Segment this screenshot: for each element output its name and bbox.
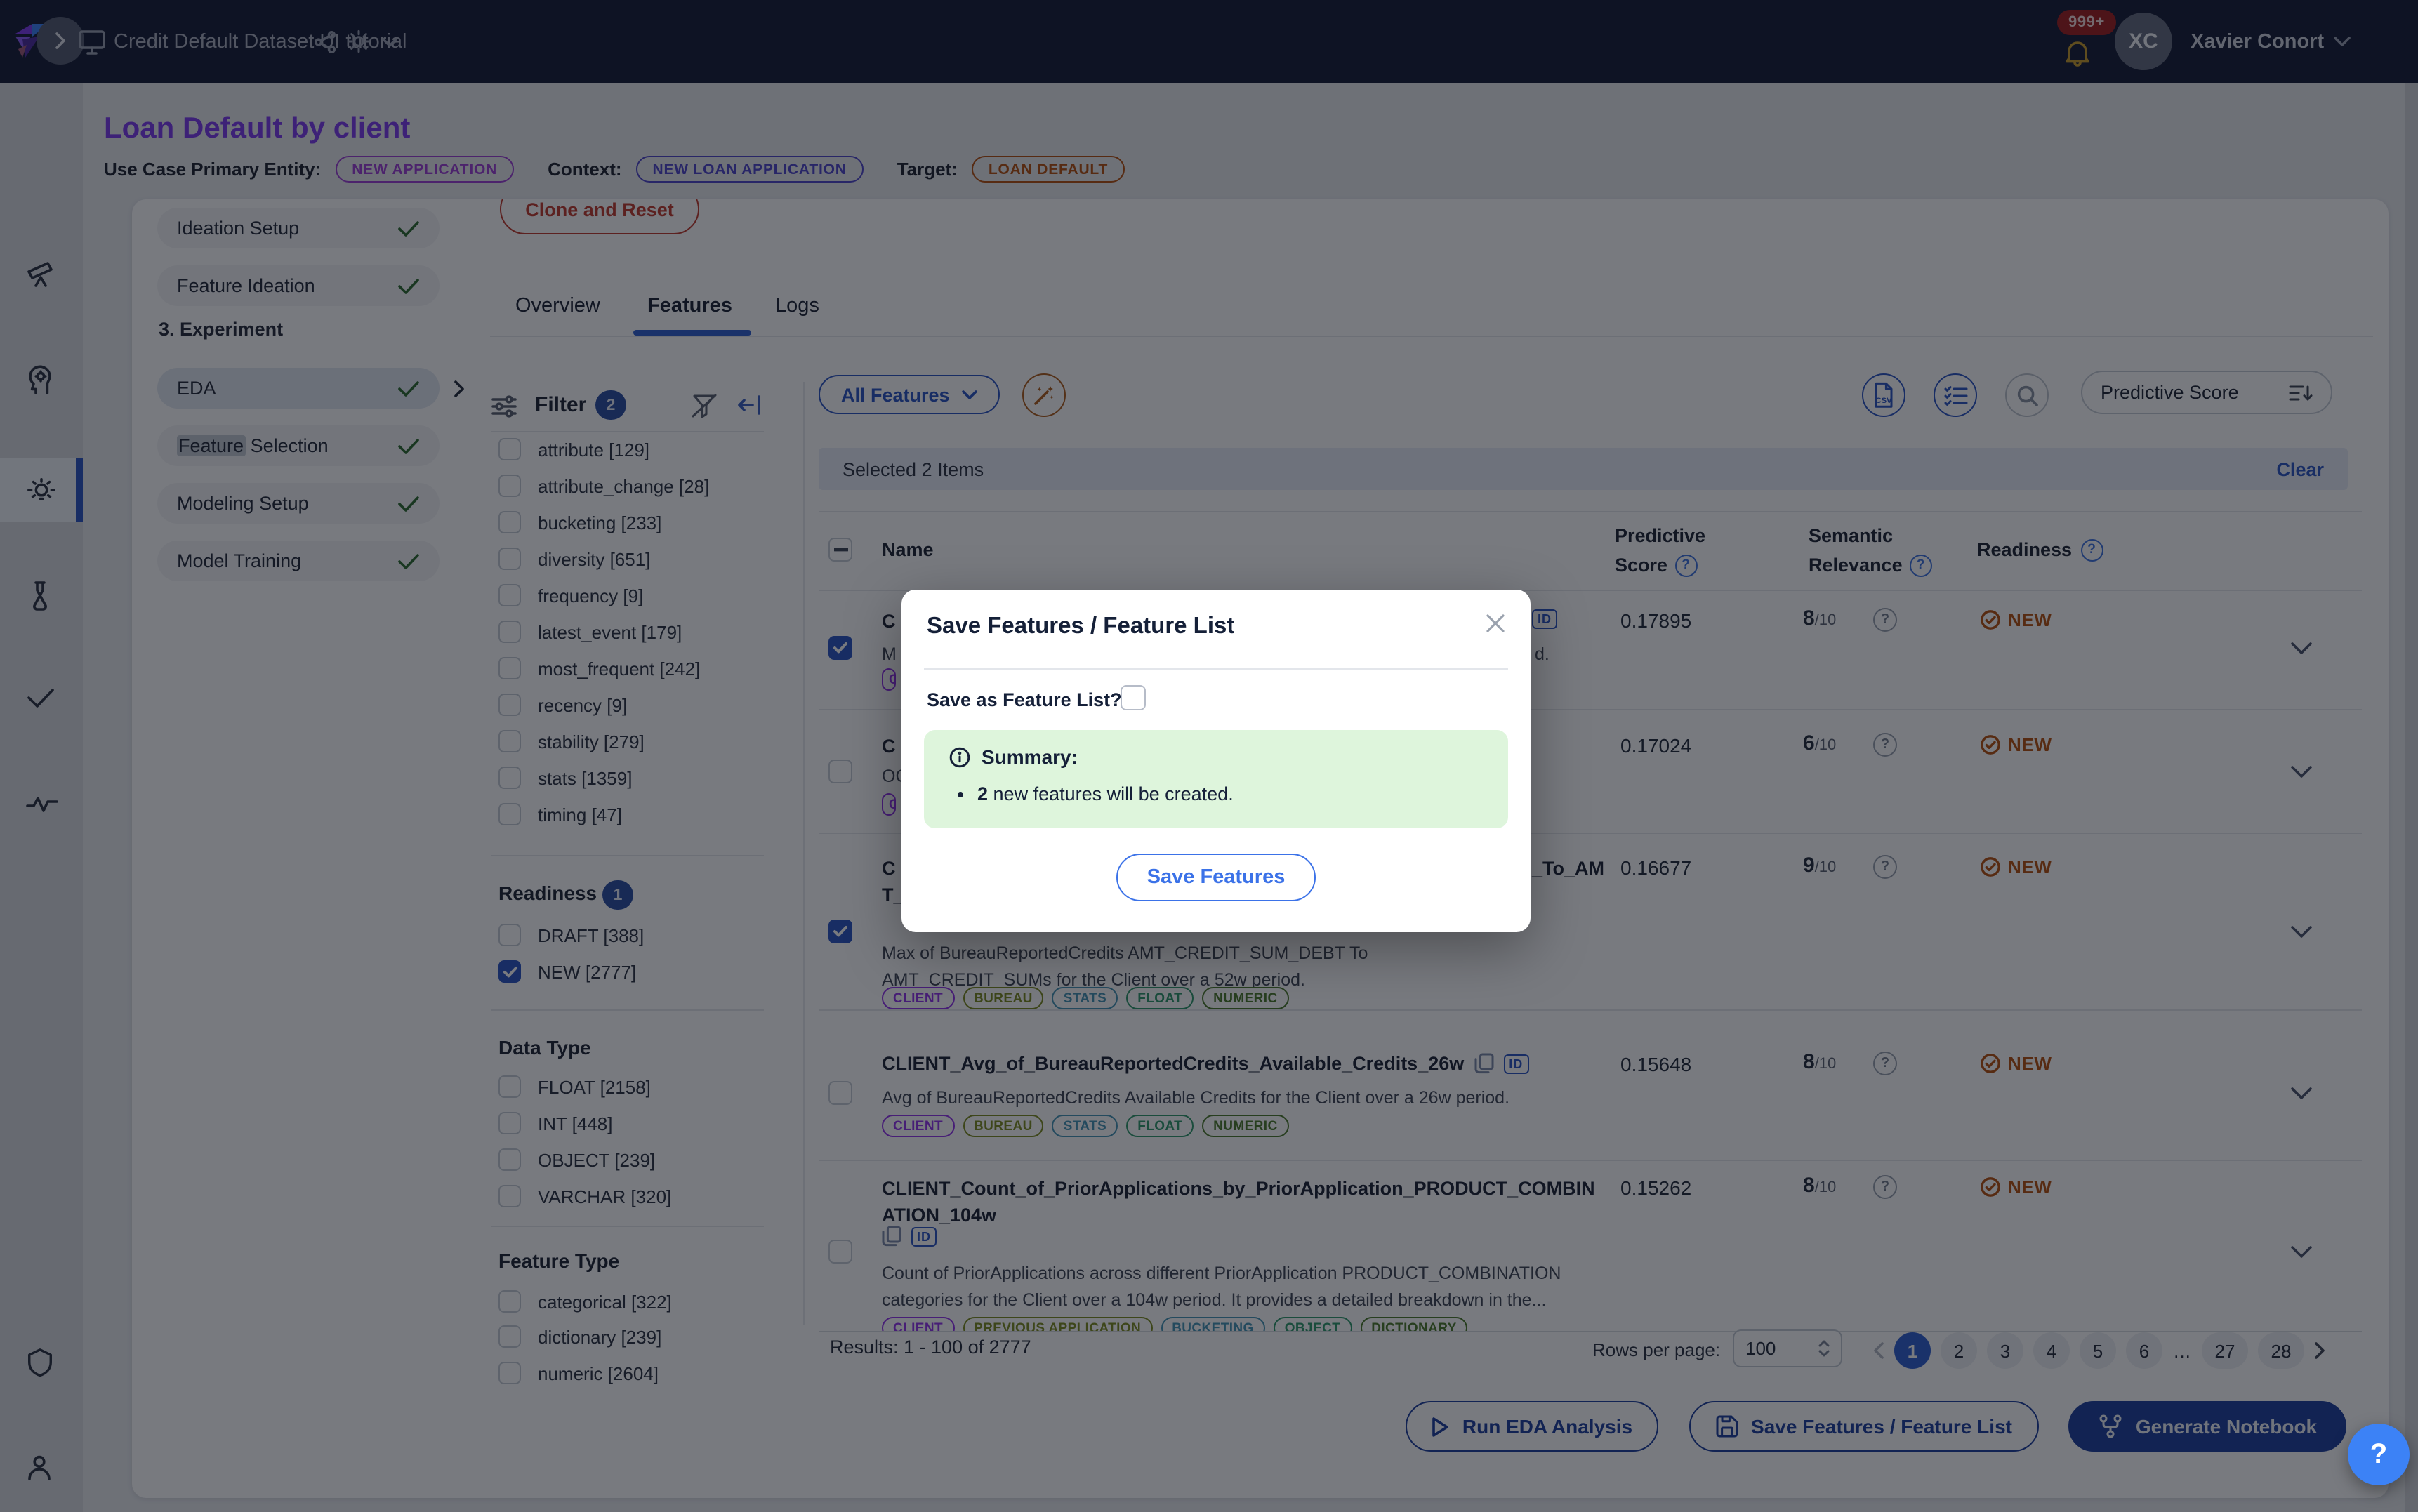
bullet-dot [958,792,963,797]
save-features-button[interactable]: Save Features [1116,854,1316,901]
save-as-feature-list-checkbox[interactable] [1121,685,1146,710]
summary-box: Summary: 2 new features will be created. [924,730,1508,828]
help-button[interactable]: ? [2348,1424,2410,1485]
close-icon[interactable] [1486,614,1505,633]
summary-title: Summary: [982,745,1078,768]
save-features-modal: Save Features / Feature List Save as Fea… [901,590,1531,932]
summary-item: 2 new features will be created. [977,783,1234,804]
app-screen: Credit Default Dataset UI tutorial 999+ … [0,0,2418,1512]
info-icon [949,746,970,767]
modal-title: Save Features / Feature List [927,614,1234,640]
save-as-feature-list-label: Save as Feature List? [927,689,1122,710]
modal-divider [924,668,1508,670]
